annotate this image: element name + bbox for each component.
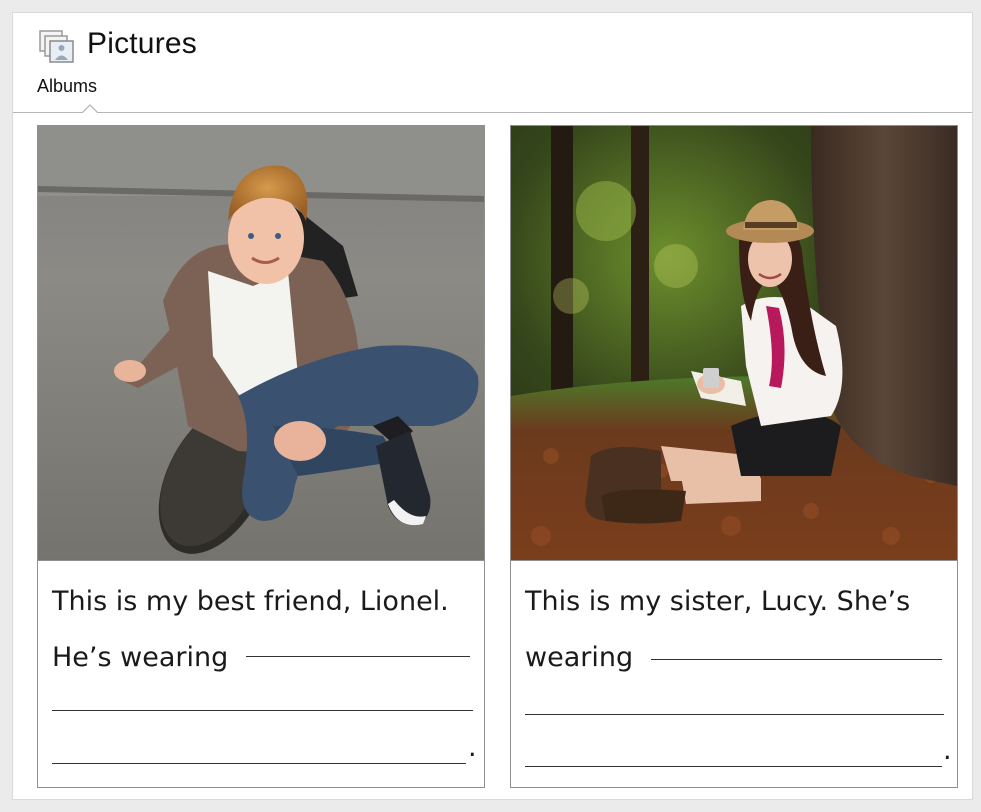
app-title: Pictures <box>87 27 197 60</box>
boy-with-skateboard-photo[interactable] <box>38 126 484 561</box>
sentence-period: . <box>943 735 952 766</box>
girl-under-tree-photo[interactable] <box>511 126 957 561</box>
app-header: Pictures Albums <box>13 13 972 114</box>
caption-lionel: This is my best friend, Lionel. He’s wea… <box>52 574 476 686</box>
sentence-period: . <box>468 732 477 763</box>
answer-line-2[interactable] <box>525 714 944 715</box>
caption-line-1: This is my best friend, Lionel. <box>52 586 449 617</box>
photo-gallery-icon <box>39 30 74 63</box>
answer-line-1[interactable] <box>651 659 942 660</box>
caption-line-2: wearing <box>525 642 634 673</box>
answer-line-1[interactable] <box>246 656 470 657</box>
tab-albums[interactable]: Albums <box>37 76 97 97</box>
answer-line-3[interactable] <box>52 763 466 764</box>
active-tab-indicator <box>82 104 98 114</box>
header-divider <box>13 112 972 113</box>
caption-line-1: This is my sister, Lucy. She’s <box>525 586 911 617</box>
pictures-window: Pictures Albums This is my best friend, … <box>12 12 973 800</box>
album-card-lionel[interactable]: This is my best friend, Lionel. He’s wea… <box>37 125 485 788</box>
album-card-lucy[interactable]: This is my sister, Lucy. She’s wearing . <box>510 125 958 788</box>
caption-lucy: This is my sister, Lucy. She’s wearing <box>525 574 949 686</box>
answer-line-3[interactable] <box>525 766 942 767</box>
caption-line-2: He’s wearing <box>52 642 229 673</box>
answer-line-2[interactable] <box>52 710 473 711</box>
